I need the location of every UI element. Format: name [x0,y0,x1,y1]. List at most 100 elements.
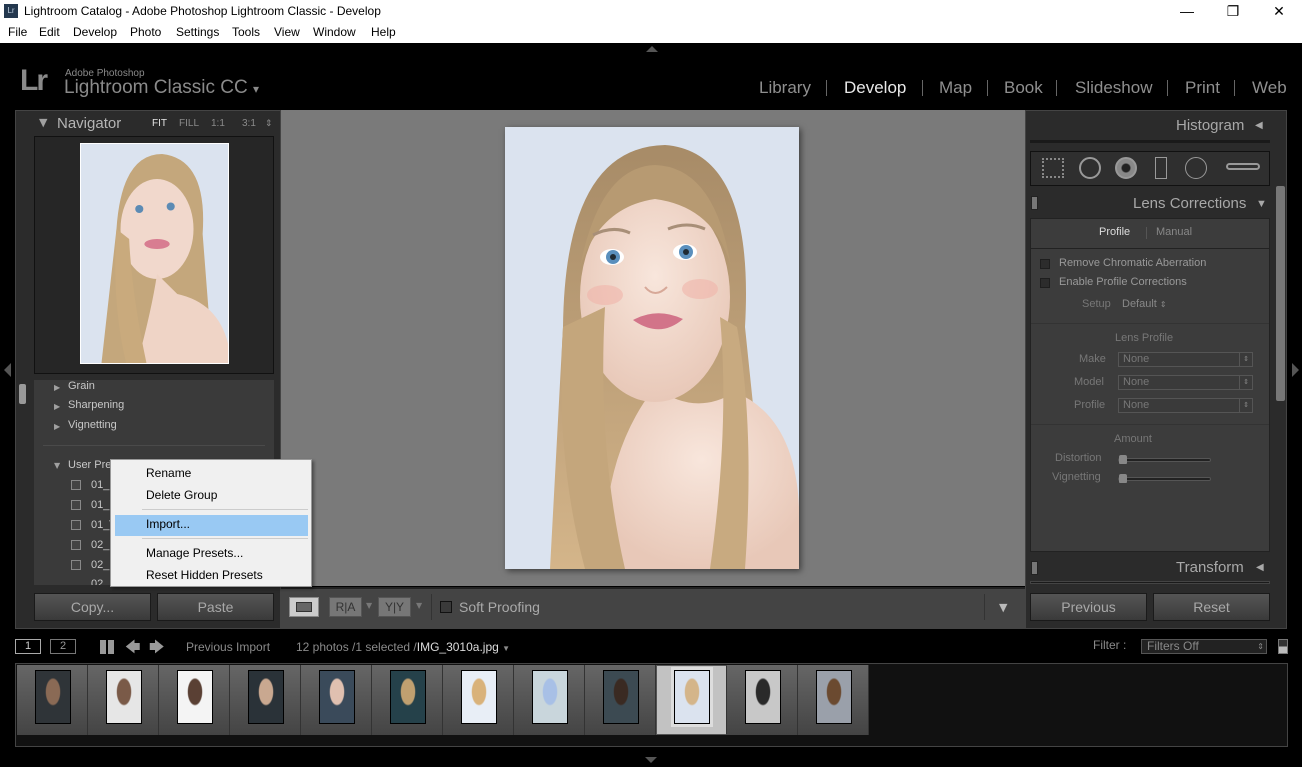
filmstrip-thumbnail[interactable] [816,670,852,724]
soft-proofing-checkbox[interactable] [440,601,452,613]
chevron-down-icon[interactable]: ▼ [366,601,372,610]
filmstrip-thumbnail[interactable] [461,670,497,724]
collapse-filmstrip-icon[interactable] [645,757,657,763]
histogram-expand-icon[interactable]: ◀ [1255,120,1263,131]
zoom-stepper-icon[interactable]: ⇕ [265,118,273,129]
radial-filter-icon[interactable] [1185,157,1207,179]
adjustment-brush-icon[interactable] [1226,163,1260,170]
navigator-title[interactable]: Navigator [57,115,121,132]
panel-toggle-switch[interactable] [1031,561,1038,575]
lens-corrections-title[interactable]: Lens Corrections [1133,195,1246,212]
expand-icon[interactable]: ▶ [54,383,60,392]
collapse-right-panel-icon[interactable] [1292,363,1299,377]
navigator-image[interactable] [80,143,229,364]
transform-title[interactable]: Transform [1176,559,1244,576]
filter-lock-switch[interactable] [1278,639,1288,654]
model-dropdown[interactable]: None ⇕ [1118,375,1253,390]
preset-item[interactable]: 01_ [91,479,109,491]
expand-icon[interactable]: ▶ [54,402,60,411]
collapse-icon[interactable]: ▼ [1256,198,1267,210]
module-develop[interactable]: Develop [844,78,906,98]
slider-handle[interactable] [1119,474,1127,483]
make-dropdown[interactable]: None ⇕ [1118,352,1253,367]
paste-button[interactable]: Paste [157,593,274,621]
filter-dropdown[interactable]: Filters Off ⇕ [1141,639,1267,654]
vignetting-slider[interactable] [1118,474,1211,483]
tab-manual[interactable]: Manual [1156,226,1192,238]
zoom-fit[interactable]: FIT [152,118,167,129]
filmstrip-thumbnail[interactable] [390,670,426,724]
zoom-3-1[interactable]: 3:1 [242,118,256,129]
preset-group-user[interactable]: User Pre [68,459,111,471]
photo-count[interactable]: 12 photos /1 selected /IMG_3010a.jpg ▼ [296,640,510,654]
reset-button[interactable]: Reset [1153,593,1270,621]
slider-handle[interactable] [1119,455,1127,464]
before-after-swap-button[interactable]: Y|Y [378,597,411,617]
module-map[interactable]: Map [939,78,972,98]
module-library[interactable]: Library [759,78,811,98]
filmstrip-thumbnail[interactable] [671,667,713,727]
red-eye-tool-icon[interactable] [1115,157,1137,179]
grid-view-icon[interactable] [100,640,114,654]
zoom-fill[interactable]: FILL [179,118,199,129]
module-book[interactable]: Book [1004,78,1043,98]
next-arrow-icon[interactable]: 🡆 [149,637,165,662]
filmstrip-thumbnail[interactable] [745,670,781,724]
menu-settings[interactable]: Settings [176,25,219,39]
tab-profile[interactable]: Profile [1099,226,1130,238]
menu-item-rename[interactable]: Rename [146,466,191,480]
module-web[interactable]: Web [1252,78,1287,98]
menu-item-delete-group[interactable]: Delete Group [146,488,217,502]
expand-icon[interactable]: ▶ [54,422,60,431]
menu-item-reset-hidden-presets[interactable]: Reset Hidden Presets [146,568,263,582]
histogram-title[interactable]: Histogram [1176,117,1244,134]
menu-item-import[interactable]: Import... [146,517,190,531]
menu-tools[interactable]: Tools [232,25,260,39]
filmstrip-thumbnail[interactable] [319,670,355,724]
minimize-button[interactable]: — [1164,0,1210,23]
profile-dropdown[interactable]: None ⇕ [1118,398,1253,413]
menu-edit[interactable]: Edit [39,25,60,39]
filmstrip-thumbnail[interactable] [532,670,568,724]
zoom-1-1[interactable]: 1:1 [211,118,225,129]
graduated-filter-icon[interactable] [1155,157,1167,179]
source-label[interactable]: Previous Import [186,640,270,654]
preset-item[interactable]: 02_ [91,559,109,571]
filmstrip-thumbnail[interactable] [603,670,639,724]
preset-item[interactable]: 01_ [91,499,109,511]
close-button[interactable]: ✕ [1256,0,1302,23]
module-print[interactable]: Print [1185,78,1220,98]
copy-button[interactable]: Copy... [34,593,151,621]
loupe-view-button[interactable] [289,597,319,617]
remove-ca-checkbox[interactable] [1040,259,1050,269]
filmstrip-thumbnail[interactable] [106,670,142,724]
identity-plate[interactable]: Lightroom Classic CC ▾ [64,77,259,99]
spot-removal-tool-icon[interactable] [1079,157,1101,179]
setup-dropdown[interactable]: Default ⇕ [1122,298,1167,310]
filmstrip-thumbnail[interactable] [248,670,284,724]
filmstrip-thumbnail[interactable] [177,670,213,724]
menu-file[interactable]: File [8,25,27,39]
previous-arrow-icon[interactable]: 🡄 [125,637,141,662]
menu-item-manage-presets[interactable]: Manage Presets... [146,546,243,560]
chevron-down-icon[interactable]: ▼ [416,601,422,610]
second-screen-button[interactable]: 2 [50,639,76,654]
preset-item[interactable]: 02_ [91,578,109,585]
module-slideshow[interactable]: Slideshow [1075,78,1153,98]
menu-view[interactable]: View [274,25,300,39]
previous-button[interactable]: Previous [1030,593,1147,621]
menu-photo[interactable]: Photo [130,25,161,39]
menu-window[interactable]: Window [313,25,356,39]
crop-tool-icon[interactable] [1042,158,1064,178]
menu-help[interactable]: Help [371,25,396,39]
expand-icon[interactable]: ◀ [1256,562,1264,573]
restore-button[interactable]: ❐ [1210,0,1256,23]
navigator-collapse-icon[interactable]: ▼ [39,116,47,129]
filmstrip-thumbnail[interactable] [35,670,71,724]
collapse-left-panel-icon[interactable] [4,363,11,377]
preset-group-vignetting[interactable]: Vignetting [68,419,117,431]
preset-group-grain[interactable]: Grain [68,380,95,392]
menu-develop[interactable]: Develop [73,25,117,39]
enable-profile-corrections-checkbox[interactable] [1040,278,1050,288]
collapse-top-panel-icon[interactable] [646,46,658,52]
